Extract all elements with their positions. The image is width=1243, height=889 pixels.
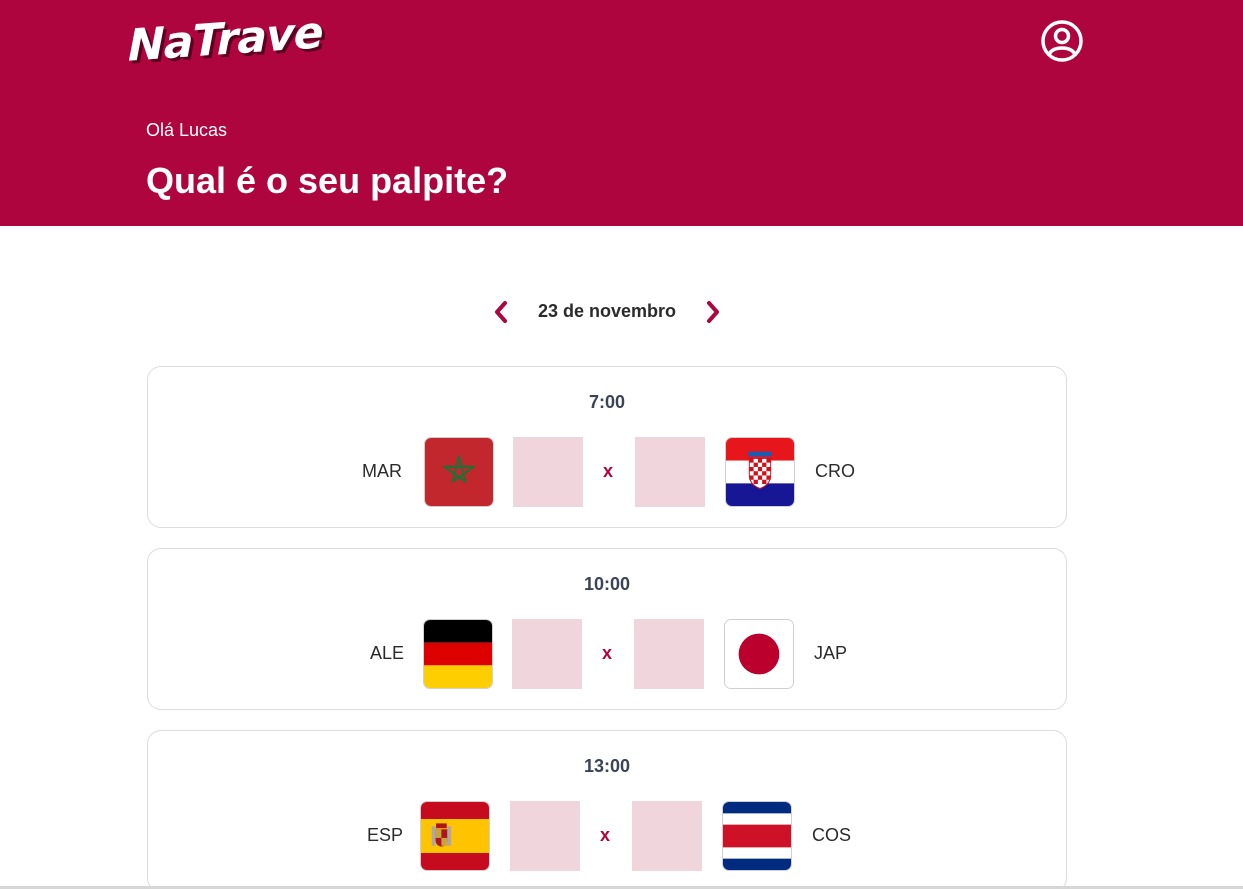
costa-rica-flag-icon xyxy=(722,801,792,871)
natrave-logo[interactable]: NaTrave xyxy=(128,7,328,78)
versus-separator: x xyxy=(603,461,614,481)
header: NaTrave Olá Lucas Qual é o seu palpite? xyxy=(0,0,1243,226)
greeting-text: Olá Lucas xyxy=(146,120,228,140)
away-score-input[interactable] xyxy=(635,437,705,507)
home-team-code: ALE xyxy=(370,643,405,663)
page-title: Qual é o seu palpite? xyxy=(146,160,509,201)
away-score-input[interactable] xyxy=(634,619,704,689)
home-team-code: MAR xyxy=(362,461,402,481)
away-team-code: COS xyxy=(812,825,852,845)
date-navigator: 23 de novembro xyxy=(0,294,1243,330)
chevron-left-icon xyxy=(495,301,507,323)
versus-separator: x xyxy=(602,643,613,663)
next-date-button[interactable] xyxy=(698,298,726,326)
germany-flag-icon xyxy=(423,619,493,689)
previous-date-button[interactable] xyxy=(488,298,516,326)
spain-flag-icon xyxy=(420,801,490,871)
game-card: 13:00 ESP x COS xyxy=(147,730,1067,889)
versus-separator: x xyxy=(600,825,611,845)
game-card: 7:00 MAR x CRO xyxy=(147,366,1067,528)
game-time: 13:00 xyxy=(583,756,631,776)
game-time: 7:00 xyxy=(588,392,626,412)
chevron-right-icon xyxy=(707,301,719,323)
away-score-input[interactable] xyxy=(632,801,702,871)
user-circle-icon xyxy=(1041,20,1083,62)
home-score-input[interactable] xyxy=(510,801,580,871)
home-score-input[interactable] xyxy=(512,619,582,689)
logo-text: NaTrave xyxy=(128,7,323,72)
game-card: 10:00 ALE x JAP xyxy=(147,548,1067,710)
home-score-input[interactable] xyxy=(513,437,583,507)
home-team-code: ESP xyxy=(367,825,404,845)
away-team-code: JAP xyxy=(814,643,848,663)
croatia-flag-icon xyxy=(725,437,795,507)
profile-button[interactable] xyxy=(1040,19,1084,63)
game-time: 10:00 xyxy=(583,574,631,594)
morocco-flag-icon xyxy=(424,437,494,507)
japan-flag-icon xyxy=(724,619,794,689)
current-date: 23 de novembro xyxy=(537,301,677,321)
away-team-code: CRO xyxy=(815,461,855,481)
